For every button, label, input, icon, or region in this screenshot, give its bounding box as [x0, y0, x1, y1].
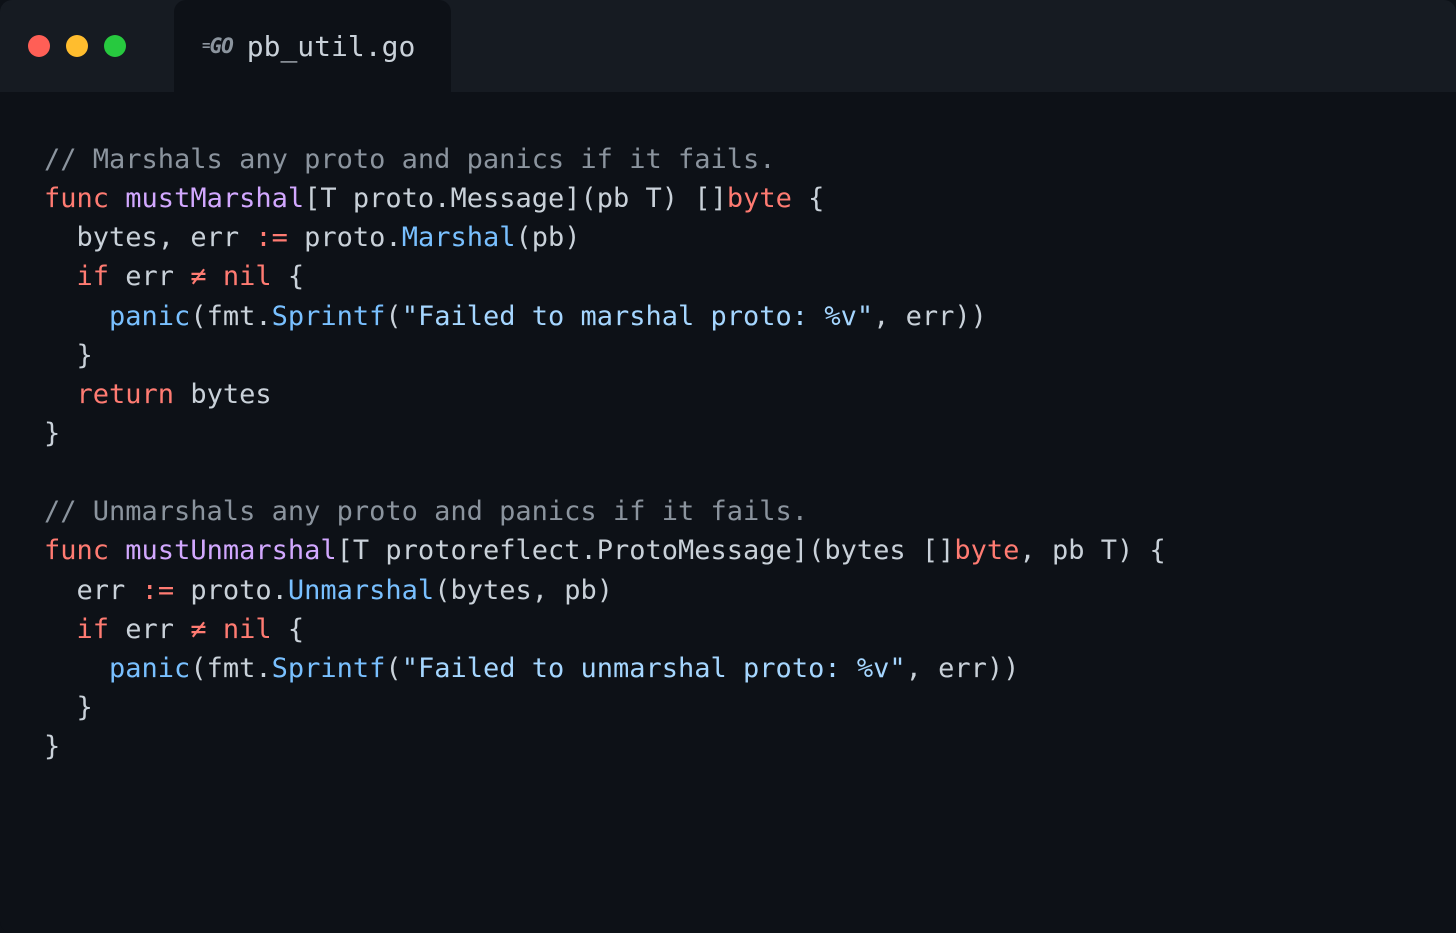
- minimize-icon[interactable]: [66, 35, 88, 57]
- keyword-if: if: [77, 261, 110, 292]
- brace: {: [272, 261, 305, 292]
- method-call: Marshal: [402, 222, 516, 253]
- param: pb: [1052, 535, 1085, 566]
- comma: ,: [532, 575, 565, 606]
- brace: {: [792, 183, 825, 214]
- window-controls: [28, 35, 126, 57]
- pkg: proto: [304, 222, 385, 253]
- pkg: fmt: [207, 653, 256, 684]
- bracket: [: [337, 535, 353, 566]
- comma: ,: [158, 222, 191, 253]
- arg: err: [906, 301, 955, 332]
- comma: ,: [906, 653, 939, 684]
- pkg: fmt: [207, 301, 256, 332]
- var: bytes: [77, 222, 158, 253]
- paren: (: [190, 301, 206, 332]
- bracket: [: [304, 183, 320, 214]
- comma: ,: [873, 301, 906, 332]
- string-literal: "Failed to unmarshal proto: %v": [402, 653, 906, 684]
- panic-call: panic: [109, 653, 190, 684]
- brace: }: [44, 731, 60, 762]
- method-call: Unmarshal: [288, 575, 434, 606]
- paren: (: [515, 222, 531, 253]
- editor-window: GO pb_util.go // Marshals any proto and …: [0, 0, 1456, 933]
- param: bytes: [824, 535, 905, 566]
- keyword-nil: nil: [223, 261, 272, 292]
- keyword-func: func: [44, 535, 109, 566]
- var: err: [125, 261, 174, 292]
- panic-call: panic: [109, 301, 190, 332]
- keyword-if: if: [77, 614, 110, 645]
- keyword-nil: nil: [223, 614, 272, 645]
- func-name: mustMarshal: [125, 183, 304, 214]
- paren: ): [597, 575, 613, 606]
- pkg: proto: [190, 575, 271, 606]
- keyword-func: func: [44, 183, 109, 214]
- assign-op: :=: [255, 222, 288, 253]
- slice: []: [922, 535, 955, 566]
- paren: ): [564, 222, 580, 253]
- param: pb: [597, 183, 630, 214]
- brace: }: [44, 418, 60, 449]
- paren: ) {: [1117, 535, 1166, 566]
- var: err: [190, 222, 239, 253]
- paren: (: [385, 301, 401, 332]
- paren: (: [385, 653, 401, 684]
- comma: ,: [1019, 535, 1052, 566]
- tab-filename: pb_util.go: [247, 30, 416, 63]
- keyword-return: return: [77, 379, 175, 410]
- code-editor[interactable]: // Marshals any proto and panics if it f…: [0, 92, 1456, 814]
- paren: (: [434, 575, 450, 606]
- brace: {: [272, 614, 305, 645]
- paren: )): [987, 653, 1020, 684]
- arg: bytes: [450, 575, 531, 606]
- neq-op: ≠: [190, 261, 206, 292]
- maximize-icon[interactable]: [104, 35, 126, 57]
- type-constraint: protoreflect.ProtoMessage: [385, 535, 791, 566]
- bracket: ](: [792, 535, 825, 566]
- paren: (: [190, 653, 206, 684]
- var: err: [77, 575, 126, 606]
- method-call: Sprintf: [272, 301, 386, 332]
- type-byte: byte: [727, 183, 792, 214]
- var: bytes: [190, 379, 271, 410]
- dot: .: [255, 653, 271, 684]
- arg: pb: [532, 222, 565, 253]
- code-content: // Marshals any proto and panics if it f…: [44, 140, 1412, 766]
- code-comment: // Unmarshals any proto and panics if it…: [44, 496, 808, 527]
- close-icon[interactable]: [28, 35, 50, 57]
- neq-op: ≠: [190, 614, 206, 645]
- arg: err: [938, 653, 987, 684]
- type-param: T: [320, 183, 336, 214]
- titlebar: GO pb_util.go: [0, 0, 1456, 92]
- dot: .: [385, 222, 401, 253]
- assign-op: :=: [142, 575, 175, 606]
- code-comment: // Marshals any proto and panics if it f…: [44, 144, 776, 175]
- brace: }: [77, 340, 93, 371]
- paren: ) []: [662, 183, 727, 214]
- type-constraint: proto.Message: [353, 183, 564, 214]
- type-byte: byte: [954, 535, 1019, 566]
- string-literal: "Failed to marshal proto: %v": [402, 301, 873, 332]
- dot: .: [255, 301, 271, 332]
- arg: pb: [564, 575, 597, 606]
- dot: .: [272, 575, 288, 606]
- type-param: T: [353, 535, 369, 566]
- var: err: [125, 614, 174, 645]
- param-type: T: [646, 183, 662, 214]
- func-name: mustUnmarshal: [125, 535, 336, 566]
- file-tab[interactable]: GO pb_util.go: [174, 0, 451, 92]
- paren: )): [954, 301, 987, 332]
- go-language-icon: GO: [202, 34, 233, 58]
- bracket: ](: [564, 183, 597, 214]
- brace: }: [77, 692, 93, 723]
- param-type: T: [1101, 535, 1117, 566]
- method-call: Sprintf: [272, 653, 386, 684]
